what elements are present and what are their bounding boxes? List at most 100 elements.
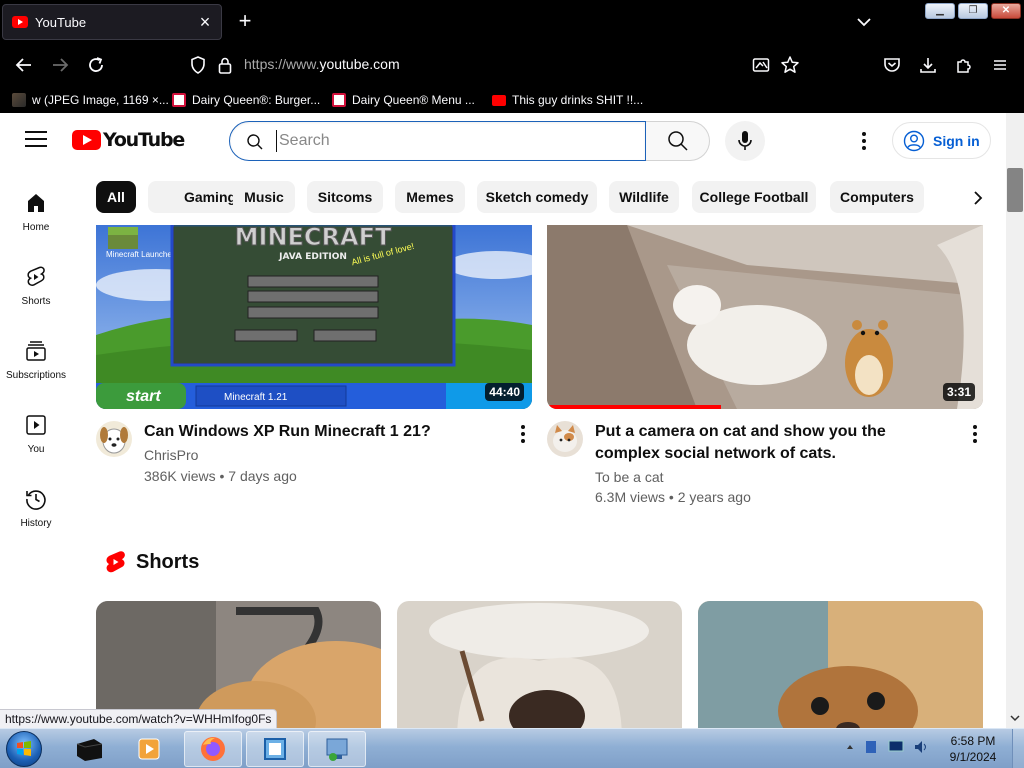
guide-label: History — [20, 518, 52, 529]
dairy-queen-icon — [332, 93, 346, 107]
video-card[interactable]: Minecraft Launcher MINECRAFT JAVA EDITIO… — [96, 225, 532, 484]
video-title[interactable]: Put a camera on cat and show you the com… — [595, 421, 945, 465]
list-all-tabs-chevron-icon[interactable] — [854, 12, 874, 32]
guide-item-home[interactable]: Home — [0, 177, 72, 251]
bookmark-label: Dairy Queen®: Burger... — [192, 93, 321, 107]
channel-name[interactable]: ChrisPro — [144, 447, 198, 463]
channel-avatar[interactable] — [96, 421, 132, 457]
scroll-down-arrow-icon[interactable] — [1008, 711, 1022, 725]
youtube-logo[interactable]: YouTube — [72, 129, 185, 151]
back-arrow-icon — [15, 58, 31, 72]
downloads-button[interactable] — [916, 53, 940, 77]
back-button[interactable] — [12, 53, 36, 77]
guide-label: Subscriptions — [5, 370, 67, 381]
channel-name[interactable]: To be a cat — [595, 469, 664, 485]
volume-icon[interactable] — [913, 739, 929, 755]
youtube-page: YouTube Sign in Home Shorts — [0, 113, 1024, 728]
guide-label: Home — [22, 222, 50, 233]
video-thumbnail[interactable]: 3:31 — [547, 225, 983, 409]
taskbar-app-button[interactable] — [120, 731, 178, 767]
search-button[interactable] — [646, 121, 710, 161]
bookmark-item[interactable]: Dairy Queen® Menu ... — [332, 91, 475, 109]
minimize-window-button[interactable]: ▁ — [925, 3, 955, 19]
new-tab-button[interactable]: + — [233, 10, 257, 32]
chip-computers[interactable]: Computers — [830, 181, 924, 213]
video-actions-kebab-icon[interactable] — [965, 423, 985, 443]
search-input[interactable] — [276, 130, 626, 152]
tab-close-icon[interactable]: × — [195, 13, 215, 31]
guide-item-shorts[interactable]: Shorts — [0, 251, 72, 325]
taskbar-app-button[interactable] — [246, 731, 304, 767]
media-player-icon — [138, 738, 160, 760]
browser-navigation-bar: https://www.youtube.com — [0, 44, 1024, 86]
bookmark-item[interactable]: This guy drinks SHIT !!... — [492, 91, 643, 109]
chip-sitcoms[interactable]: Sitcoms — [307, 181, 383, 213]
tracking-protection-shield-icon[interactable] — [190, 56, 206, 74]
pocket-button[interactable] — [880, 53, 904, 77]
show-hidden-icons-chevron-icon[interactable] — [845, 742, 855, 752]
short-thumbnail-image — [397, 601, 682, 728]
app-menu-button[interactable] — [988, 53, 1012, 77]
padlock-icon[interactable] — [218, 56, 232, 74]
link-status-overlay: https://www.youtube.com/watch?v=WHHmIfog… — [0, 709, 278, 729]
guide-item-subscriptions[interactable]: Subscriptions — [0, 325, 72, 399]
taskbar-firefox-button[interactable] — [184, 731, 242, 767]
url-text: https://www.youtube.com — [244, 56, 400, 72]
taskbar-app-button[interactable] — [308, 731, 366, 767]
video-duration: 44:40 — [485, 383, 524, 401]
chip-all[interactable]: All — [96, 181, 136, 213]
search-box[interactable] — [229, 121, 646, 161]
chevron-right-icon[interactable] — [968, 188, 988, 208]
settings-kebab-icon[interactable] — [854, 129, 874, 153]
taskbar-app-button[interactable] — [60, 731, 118, 767]
browser-tab-youtube[interactable]: YouTube × — [2, 4, 222, 40]
video-thumbnail[interactable]: Minecraft Launcher MINECRAFT JAVA EDITIO… — [96, 225, 532, 409]
guide-menu-button[interactable] — [25, 131, 47, 149]
bookmark-star-icon[interactable] — [780, 55, 800, 75]
cat-avatar-image — [547, 421, 583, 457]
video-metadata: 6.3M views • 2 years ago — [595, 489, 751, 505]
bookmark-item[interactable]: w (JPEG Image, 1169 ×... — [12, 91, 169, 109]
chip-sketch-comedy[interactable]: Sketch comedy — [477, 181, 597, 213]
short-card[interactable] — [698, 601, 983, 728]
extensions-button[interactable] — [952, 53, 976, 77]
restore-window-button[interactable]: ❐ — [958, 3, 988, 19]
channel-avatar[interactable] — [547, 421, 583, 457]
network-icon[interactable] — [887, 739, 905, 755]
scrollbar-thumb[interactable] — [1007, 168, 1023, 212]
page-permissions-icon[interactable] — [752, 56, 770, 74]
page-scrollbar[interactable] — [1006, 113, 1024, 728]
installer-icon — [326, 738, 348, 761]
sign-in-button[interactable]: Sign in — [892, 122, 991, 159]
guide-item-history[interactable]: History — [0, 473, 72, 547]
short-card[interactable] — [397, 601, 682, 728]
chip-memes[interactable]: Memes — [395, 181, 465, 213]
youtube-play-logo-icon — [72, 130, 101, 150]
chip-wildlife[interactable]: Wildlife — [609, 181, 679, 213]
windows-logo-icon — [17, 741, 31, 756]
voice-search-button[interactable] — [725, 121, 765, 161]
start-button[interactable] — [6, 731, 42, 767]
subscriptions-icon — [26, 341, 46, 361]
java-edition-label: JAVA EDITION — [278, 252, 347, 262]
action-center-flag-icon[interactable] — [863, 739, 879, 755]
firefox-icon — [201, 737, 225, 761]
shorts-section-title: Shorts — [136, 550, 200, 573]
video-actions-kebab-icon[interactable] — [513, 423, 533, 443]
reload-button[interactable] — [84, 53, 108, 77]
bookmark-item[interactable]: Dairy Queen®: Burger... — [172, 91, 320, 109]
close-window-button[interactable]: ✕ — [991, 3, 1021, 19]
show-desktop-button[interactable] — [1012, 729, 1024, 768]
youtube-logo-text: YouTube — [103, 129, 185, 151]
forward-button[interactable] — [48, 53, 72, 77]
taskbar-clock[interactable]: 6:58 PM 9/1/2024 — [938, 733, 1008, 765]
shorts-section-header: Shorts — [106, 550, 199, 574]
chip-college-football[interactable]: College Football — [692, 181, 816, 213]
video-metadata: 386K views • 7 days ago — [144, 468, 297, 484]
guide-item-you[interactable]: You — [0, 399, 72, 473]
video-card[interactable]: 3:31 Put a camera on cat and show you th… — [547, 225, 983, 505]
chip-music[interactable]: Music — [233, 181, 295, 213]
video-title[interactable]: Can Windows XP Run Minecraft 1 21? — [144, 421, 494, 443]
address-bar[interactable]: https://www.youtube.com — [182, 49, 812, 81]
forward-arrow-icon — [53, 58, 69, 72]
